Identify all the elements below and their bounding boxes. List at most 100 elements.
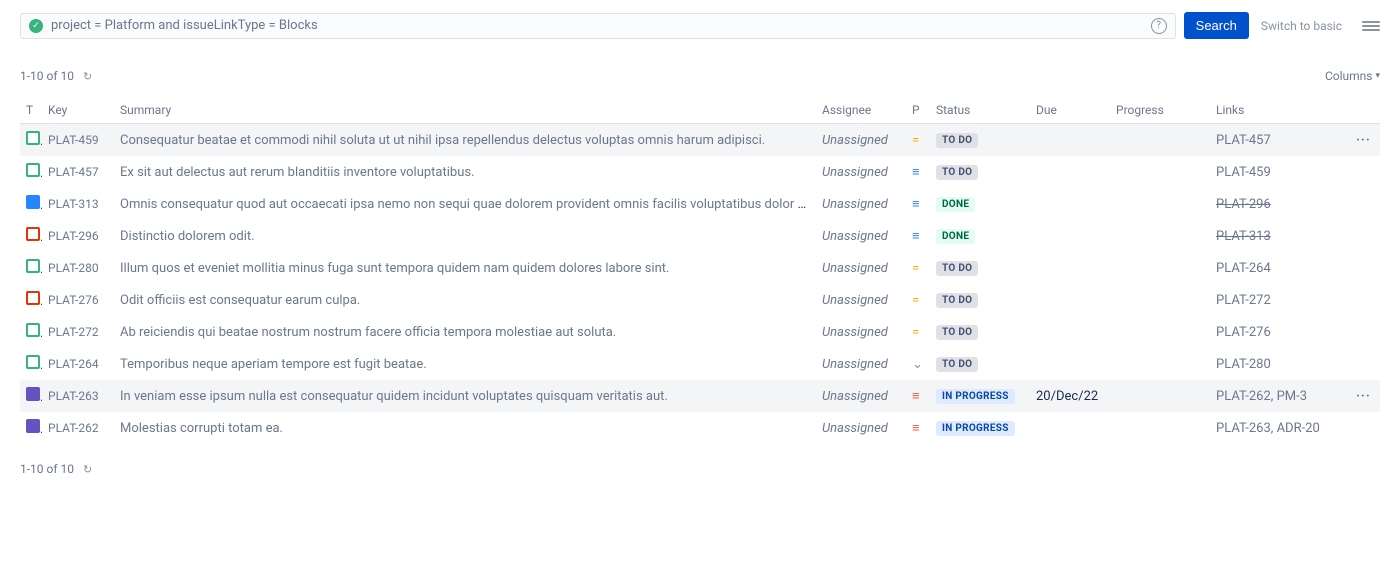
table-row[interactable]: PLAT-272 Ab reiciendis qui beatae nostrum… xyxy=(20,316,1380,348)
status-lozenge[interactable]: DONE xyxy=(936,229,975,244)
search-button[interactable]: Search xyxy=(1184,12,1249,39)
issue-key-link[interactable]: PLAT-264 xyxy=(48,357,99,371)
progress xyxy=(1110,220,1210,252)
issue-summary-link[interactable]: Temporibus neque aperiam tempore est fug… xyxy=(120,357,427,372)
assignee: Unassigned xyxy=(822,229,888,244)
priority-medium-icon: = xyxy=(912,293,919,308)
priority-medium-icon: = xyxy=(912,133,919,148)
col-header-type[interactable]: T xyxy=(20,97,42,124)
status-lozenge[interactable]: IN PROGRESS xyxy=(936,421,1015,436)
chevron-down-icon: ▾ xyxy=(1375,71,1380,81)
view-toggle-icon[interactable] xyxy=(1362,17,1380,35)
issue-links[interactable]: PLAT-276 xyxy=(1216,325,1271,340)
refresh-icon[interactable]: ↻ xyxy=(83,70,92,83)
row-actions-icon[interactable]: ··· xyxy=(1356,389,1371,404)
priority-low-icon: ≡ xyxy=(912,229,920,244)
issue-summary-link[interactable]: Illum quos et eveniet mollitia minus fug… xyxy=(120,261,669,276)
story-icon xyxy=(26,131,40,145)
status-lozenge[interactable]: TO DO xyxy=(936,165,978,180)
table-row[interactable]: PLAT-280 Illum quos et eveniet mollitia m… xyxy=(20,252,1380,284)
progress xyxy=(1110,252,1210,284)
due-date xyxy=(1030,412,1110,444)
priority-lowest-icon: ⌄ xyxy=(912,357,923,372)
story-icon xyxy=(26,259,40,273)
issue-summary-link[interactable]: Consequatur beatae et commodi nihil solu… xyxy=(120,133,765,148)
issue-key-link[interactable]: PLAT-457 xyxy=(48,165,99,179)
table-row[interactable]: PLAT-296 Distinctio dolorem odit. Unassign… xyxy=(20,220,1380,252)
issue-key-link[interactable]: PLAT-263 xyxy=(48,389,99,403)
priority-low-icon: ≡ xyxy=(912,165,920,180)
issue-key-link[interactable]: PLAT-296 xyxy=(48,229,99,243)
col-header-key[interactable]: Key xyxy=(42,97,114,124)
issue-links[interactable]: PLAT-262, PM-3 xyxy=(1216,389,1307,404)
col-header-priority[interactable]: P xyxy=(906,97,930,124)
issue-links[interactable]: PLAT-264 xyxy=(1216,261,1271,276)
issue-summary-link[interactable]: Molestias corrupti totam ea. xyxy=(120,421,283,436)
issue-key-link[interactable]: PLAT-272 xyxy=(48,325,99,339)
progress xyxy=(1110,284,1210,316)
status-lozenge[interactable]: TO DO xyxy=(936,293,978,308)
table-row[interactable]: PLAT-263 In veniam esse ipsum nulla est c… xyxy=(20,380,1380,412)
due-date xyxy=(1030,188,1110,220)
issue-summary-link[interactable]: In veniam esse ipsum nulla est consequat… xyxy=(120,389,668,404)
issue-summary-link[interactable]: Omnis consequatur quod aut occaecati ips… xyxy=(120,197,816,212)
issue-key-link[interactable]: PLAT-313 xyxy=(48,197,99,211)
issue-links[interactable]: PLAT-263, ADR-20 xyxy=(1216,421,1320,436)
columns-button[interactable]: Columns ▾ xyxy=(1325,69,1380,83)
issues-table: T Key Summary Assignee P Status Due Prog… xyxy=(20,97,1380,444)
issue-links[interactable]: PLAT-313 xyxy=(1216,229,1271,244)
col-header-due[interactable]: Due xyxy=(1030,97,1110,124)
table-row[interactable]: PLAT-276 Odit officiis est consequatur ea… xyxy=(20,284,1380,316)
col-header-progress[interactable]: Progress xyxy=(1110,97,1210,124)
status-lozenge[interactable]: TO DO xyxy=(936,325,978,340)
issue-summary-link[interactable]: Distinctio dolorem odit. xyxy=(120,229,255,244)
refresh-icon[interactable]: ↻ xyxy=(83,463,92,476)
col-header-assignee[interactable]: Assignee xyxy=(816,97,906,124)
jql-input[interactable]: ✓ project = Platform and issueLinkType =… xyxy=(20,13,1176,39)
issue-links[interactable]: PLAT-296 xyxy=(1216,197,1271,212)
bug-icon xyxy=(26,291,40,305)
issue-summary-link[interactable]: Ab reiciendis qui beatae nostrum nostrum… xyxy=(120,325,616,340)
results-count-top: 1-10 of 10 ↻ xyxy=(20,69,92,83)
assignee: Unassigned xyxy=(822,389,888,404)
col-header-summary[interactable]: Summary xyxy=(114,97,816,124)
progress xyxy=(1110,348,1210,380)
assignee: Unassigned xyxy=(822,421,888,436)
table-header-row: T Key Summary Assignee P Status Due Prog… xyxy=(20,97,1380,124)
table-row[interactable]: PLAT-459 Consequatur beatae et commodi ni… xyxy=(20,124,1380,157)
table-row[interactable]: PLAT-262 Molestias corrupti totam ea. Unas… xyxy=(20,412,1380,444)
status-lozenge[interactable]: TO DO xyxy=(936,357,978,372)
status-lozenge[interactable]: TO DO xyxy=(936,133,978,148)
issue-links[interactable]: PLAT-457 xyxy=(1216,133,1271,148)
table-row[interactable]: PLAT-457 Ex sit aut delectus aut rerum bl… xyxy=(20,156,1380,188)
due-date xyxy=(1030,252,1110,284)
progress xyxy=(1110,156,1210,188)
status-lozenge[interactable]: DONE xyxy=(936,197,975,212)
issue-key-link[interactable]: PLAT-280 xyxy=(48,261,99,275)
switch-to-basic-link[interactable]: Switch to basic xyxy=(1261,19,1342,33)
status-lozenge[interactable]: IN PROGRESS xyxy=(936,389,1015,404)
issue-summary-link[interactable]: Odit officiis est consequatur earum culp… xyxy=(120,293,360,308)
assignee: Unassigned xyxy=(822,293,888,308)
issue-summary-link[interactable]: Ex sit aut delectus aut rerum blanditiis… xyxy=(120,165,475,180)
jql-text[interactable]: project = Platform and issueLinkType = B… xyxy=(51,18,1143,33)
assignee: Unassigned xyxy=(822,261,888,276)
due-date xyxy=(1030,156,1110,188)
issue-key-link[interactable]: PLAT-459 xyxy=(48,133,99,147)
issue-key-link[interactable]: PLAT-276 xyxy=(48,293,99,307)
issue-links[interactable]: PLAT-272 xyxy=(1216,293,1271,308)
row-actions-icon[interactable]: ··· xyxy=(1356,133,1371,148)
col-header-links[interactable]: Links xyxy=(1210,97,1350,124)
status-lozenge[interactable]: TO DO xyxy=(936,261,978,276)
help-icon[interactable]: ? xyxy=(1151,18,1167,34)
issue-links[interactable]: PLAT-280 xyxy=(1216,357,1271,372)
table-row[interactable]: PLAT-264 Temporibus neque aperiam tempore… xyxy=(20,348,1380,380)
table-row[interactable]: PLAT-313 Omnis consequatur quod aut occae… xyxy=(20,188,1380,220)
col-header-status[interactable]: Status xyxy=(930,97,1030,124)
bug-icon xyxy=(26,227,40,241)
due-date: 20/Dec/22 xyxy=(1030,380,1110,412)
assignee: Unassigned xyxy=(822,165,888,180)
issue-key-link[interactable]: PLAT-262 xyxy=(48,421,99,435)
issue-links[interactable]: PLAT-459 xyxy=(1216,165,1271,180)
priority-high-icon: ≡ xyxy=(912,421,920,436)
